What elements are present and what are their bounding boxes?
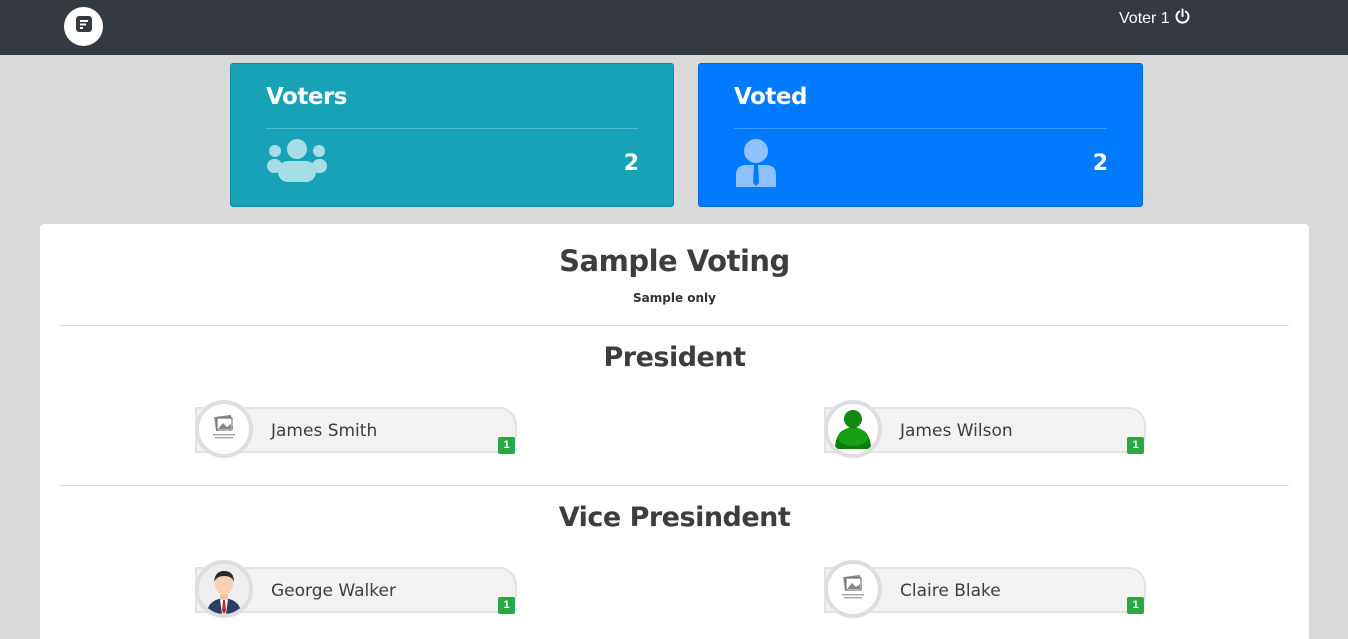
power-icon[interactable]: [1174, 8, 1191, 30]
vote-count-badge: 1: [1127, 597, 1144, 614]
voters-stat-divider: [266, 128, 638, 129]
document-icon: [75, 15, 93, 38]
voted-stat-value: 2: [1092, 151, 1108, 176]
voted-stat-card: Voted 2: [698, 63, 1143, 207]
voted-stat-title: Voted: [734, 84, 807, 110]
vote-count-badge: 1: [498, 597, 515, 614]
section-divider: [60, 325, 1289, 326]
image-not-available-icon: [824, 560, 882, 618]
users-icon: [266, 137, 328, 188]
user-menu[interactable]: Voter 1: [1119, 8, 1191, 30]
candidate-card[interactable]: James Wilson 1: [824, 400, 1146, 458]
top-navbar: Voter 1: [0, 0, 1348, 55]
voted-stat-divider: [734, 128, 1107, 129]
candidate-name: James Wilson: [900, 421, 1013, 441]
candidate-card[interactable]: James Smith 1: [195, 400, 517, 458]
election-description: Sample only: [633, 291, 716, 305]
position-title-vice-president: Vice Presindent: [558, 502, 791, 533]
vote-count-badge: 1: [498, 437, 515, 454]
candidate-card[interactable]: Claire Blake 1: [824, 560, 1146, 618]
candidate-name: George Walker: [271, 581, 396, 601]
ballot-results-panel: Sample Voting Sample only President Jame…: [40, 224, 1309, 639]
candidate-card[interactable]: George Walker 1: [195, 560, 517, 618]
position-title-president: President: [603, 342, 746, 373]
voters-stat-title: Voters: [266, 84, 347, 110]
green-figure-icon: [824, 400, 882, 458]
image-not-available-icon: [195, 400, 253, 458]
app-logo-button[interactable]: [64, 7, 103, 46]
voters-stat-card: Voters 2: [230, 63, 674, 207]
vote-count-badge: 1: [1127, 437, 1144, 454]
voters-stat-value: 2: [623, 151, 639, 176]
section-divider: [60, 485, 1289, 486]
user-name: Voter 1: [1119, 10, 1170, 27]
user-tie-icon: [734, 137, 778, 192]
candidate-name: Claire Blake: [900, 581, 1001, 601]
businessman-avatar-icon: [195, 560, 253, 618]
election-title: Sample Voting: [559, 244, 790, 278]
candidate-name: James Smith: [271, 421, 378, 441]
